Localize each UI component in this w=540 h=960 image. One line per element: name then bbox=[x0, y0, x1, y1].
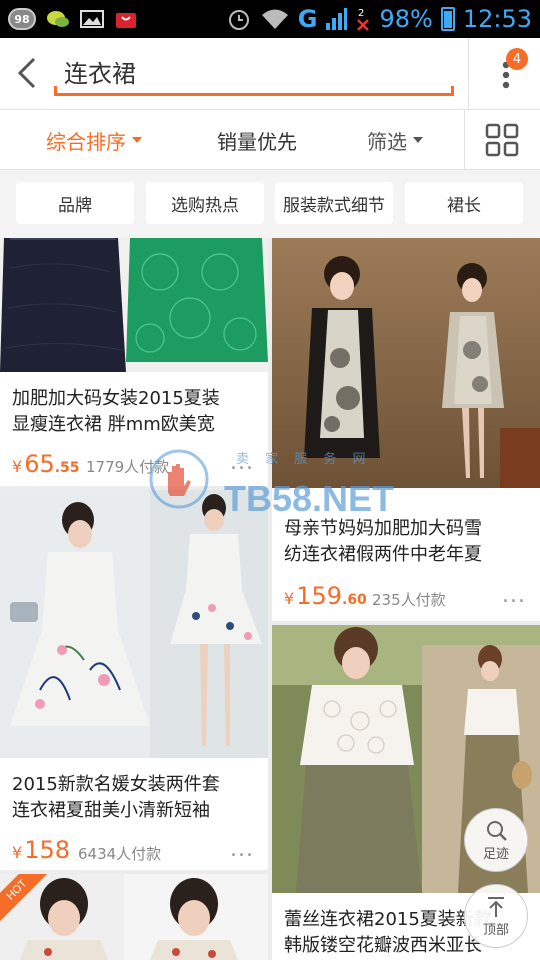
more-dots-button[interactable]: ... bbox=[230, 837, 254, 862]
status-bar: 98 G 2 98% 12:53 bbox=[0, 0, 540, 38]
sort-sales[interactable]: 销量优先 bbox=[217, 110, 297, 170]
sort-filter[interactable]: 筛选 bbox=[367, 110, 423, 170]
back-button[interactable] bbox=[10, 52, 44, 94]
footprint-button[interactable]: 足迹 bbox=[464, 808, 528, 872]
price-decimal: .60 bbox=[342, 592, 367, 608]
product-title-line: 韩版镂空花瓣波西米亚长 bbox=[284, 935, 482, 956]
product-title-line: 显瘦连衣裙 胖mm欧美宽 bbox=[12, 414, 215, 435]
product-price: ¥ 158 bbox=[12, 836, 70, 864]
more-dots-button[interactable]: ... bbox=[230, 450, 254, 475]
currency-symbol: ¥ bbox=[284, 589, 295, 608]
sort-divider bbox=[464, 110, 465, 170]
product-price: ¥ 65 .55 bbox=[12, 450, 80, 478]
product-title-line: 蕾丝连衣裙2015夏装新款 bbox=[284, 909, 492, 930]
sort-filter-label: 筛选 bbox=[367, 129, 407, 154]
chip-style[interactable]: 服装款式细节 bbox=[275, 182, 393, 224]
caret-down-icon bbox=[413, 137, 423, 143]
product-image bbox=[0, 874, 268, 960]
grid-view-icon[interactable] bbox=[484, 122, 520, 158]
sort-comprehensive-label: 综合排序 bbox=[46, 129, 126, 154]
wifi-icon bbox=[261, 9, 288, 29]
caret-down-icon bbox=[132, 137, 142, 143]
footprint-label: 足迹 bbox=[482, 846, 509, 862]
image-icon bbox=[80, 10, 104, 28]
network-type: G bbox=[297, 5, 318, 33]
more-dots-button[interactable]: ... bbox=[502, 583, 526, 608]
paid-count: 235人付款 bbox=[372, 591, 446, 609]
footprint-icon bbox=[487, 820, 507, 841]
product-title-line: 2015新款名媛女装两件套 bbox=[12, 774, 220, 795]
product-card[interactable]: 母亲节妈妈加肥加大码雪 纺连衣裙假两件中老年夏 ¥ 159 .60 235人付款… bbox=[272, 238, 540, 621]
product-card[interactable]: 2015新款名媛女装两件套 连衣裙夏甜美小清新短袖 ¥ 158 6434人付款 … bbox=[0, 490, 268, 870]
svg-text:2: 2 bbox=[358, 8, 364, 19]
chevron-left-icon bbox=[17, 57, 36, 89]
sort-comprehensive[interactable]: 综合排序 bbox=[46, 110, 142, 170]
price-integer: 158 bbox=[24, 836, 70, 864]
product-price: ¥ 159 .60 bbox=[284, 582, 367, 610]
product-image bbox=[0, 490, 268, 758]
no-signal-icon: 2 bbox=[357, 8, 370, 31]
chip-hot[interactable]: 选购热点 bbox=[146, 182, 264, 224]
search-header: 连衣裙 4 bbox=[0, 38, 540, 110]
product-image bbox=[0, 238, 268, 372]
product-card[interactable]: 加肥加大码女装2015夏装 显瘦连衣裙 胖mm欧美宽 ¥ 65 .55 1779… bbox=[0, 238, 268, 486]
battery-icon bbox=[440, 7, 455, 31]
clock: 12:53 bbox=[462, 5, 532, 33]
product-title-line: 连衣裙夏甜美小清新短袖 bbox=[12, 800, 210, 821]
currency-symbol: ¥ bbox=[12, 457, 23, 476]
product-title-line: 母亲节妈妈加肥加大码雪 bbox=[284, 518, 482, 539]
product-grid: 加肥加大码女装2015夏装 显瘦连衣裙 胖mm欧美宽 ¥ 65 .55 1779… bbox=[0, 238, 540, 960]
product-title: 2015新款名媛女装两件套 连衣裙夏甜美小清新短袖 bbox=[12, 772, 220, 824]
alarm-icon bbox=[228, 10, 249, 30]
signal-icon bbox=[326, 8, 348, 30]
product-card[interactable]: HOT bbox=[0, 874, 268, 960]
back-to-top-label: 顶部 bbox=[482, 922, 509, 938]
product-title: 母亲节妈妈加肥加大码雪 纺连衣裙假两件中老年夏 bbox=[284, 516, 482, 568]
search-input[interactable]: 连衣裙 bbox=[54, 50, 454, 96]
battery-percent: 98% bbox=[379, 5, 433, 33]
chip-length[interactable]: 裙长 bbox=[405, 182, 523, 224]
price-integer: 65 bbox=[24, 450, 55, 478]
notification-badge: 4 bbox=[506, 48, 528, 70]
product-title: 加肥加大码女装2015夏装 显瘦连衣裙 胖mm欧美宽 bbox=[12, 386, 220, 438]
product-image bbox=[272, 238, 540, 488]
paid-count: 1779人付款 bbox=[86, 458, 170, 476]
chip-brand[interactable]: 品牌 bbox=[16, 182, 134, 224]
sort-bar: 综合排序 销量优先 筛选 bbox=[0, 110, 540, 170]
price-decimal: .55 bbox=[54, 460, 80, 476]
product-title: 蕾丝连衣裙2015夏装新款 韩版镂空花瓣波西米亚长 bbox=[284, 907, 492, 959]
product-title-line: 纺连衣裙假两件中老年夏 bbox=[284, 544, 482, 565]
header-divider bbox=[468, 38, 469, 110]
shopping-bag-icon bbox=[116, 13, 136, 28]
notification-bubble: 98 bbox=[8, 8, 36, 30]
sort-sales-label: 销量优先 bbox=[217, 129, 297, 154]
price-integer: 159 bbox=[296, 582, 342, 610]
arrow-up-icon bbox=[488, 896, 504, 917]
chat-icon bbox=[47, 11, 69, 27]
currency-symbol: ¥ bbox=[12, 843, 23, 862]
back-to-top-button[interactable]: 顶部 bbox=[464, 884, 528, 948]
filter-chips: 品牌 选购热点 服装款式细节 裙长 bbox=[0, 170, 540, 238]
paid-count: 6434人付款 bbox=[78, 845, 162, 863]
product-title-line: 加肥加大码女装2015夏装 bbox=[12, 388, 220, 409]
